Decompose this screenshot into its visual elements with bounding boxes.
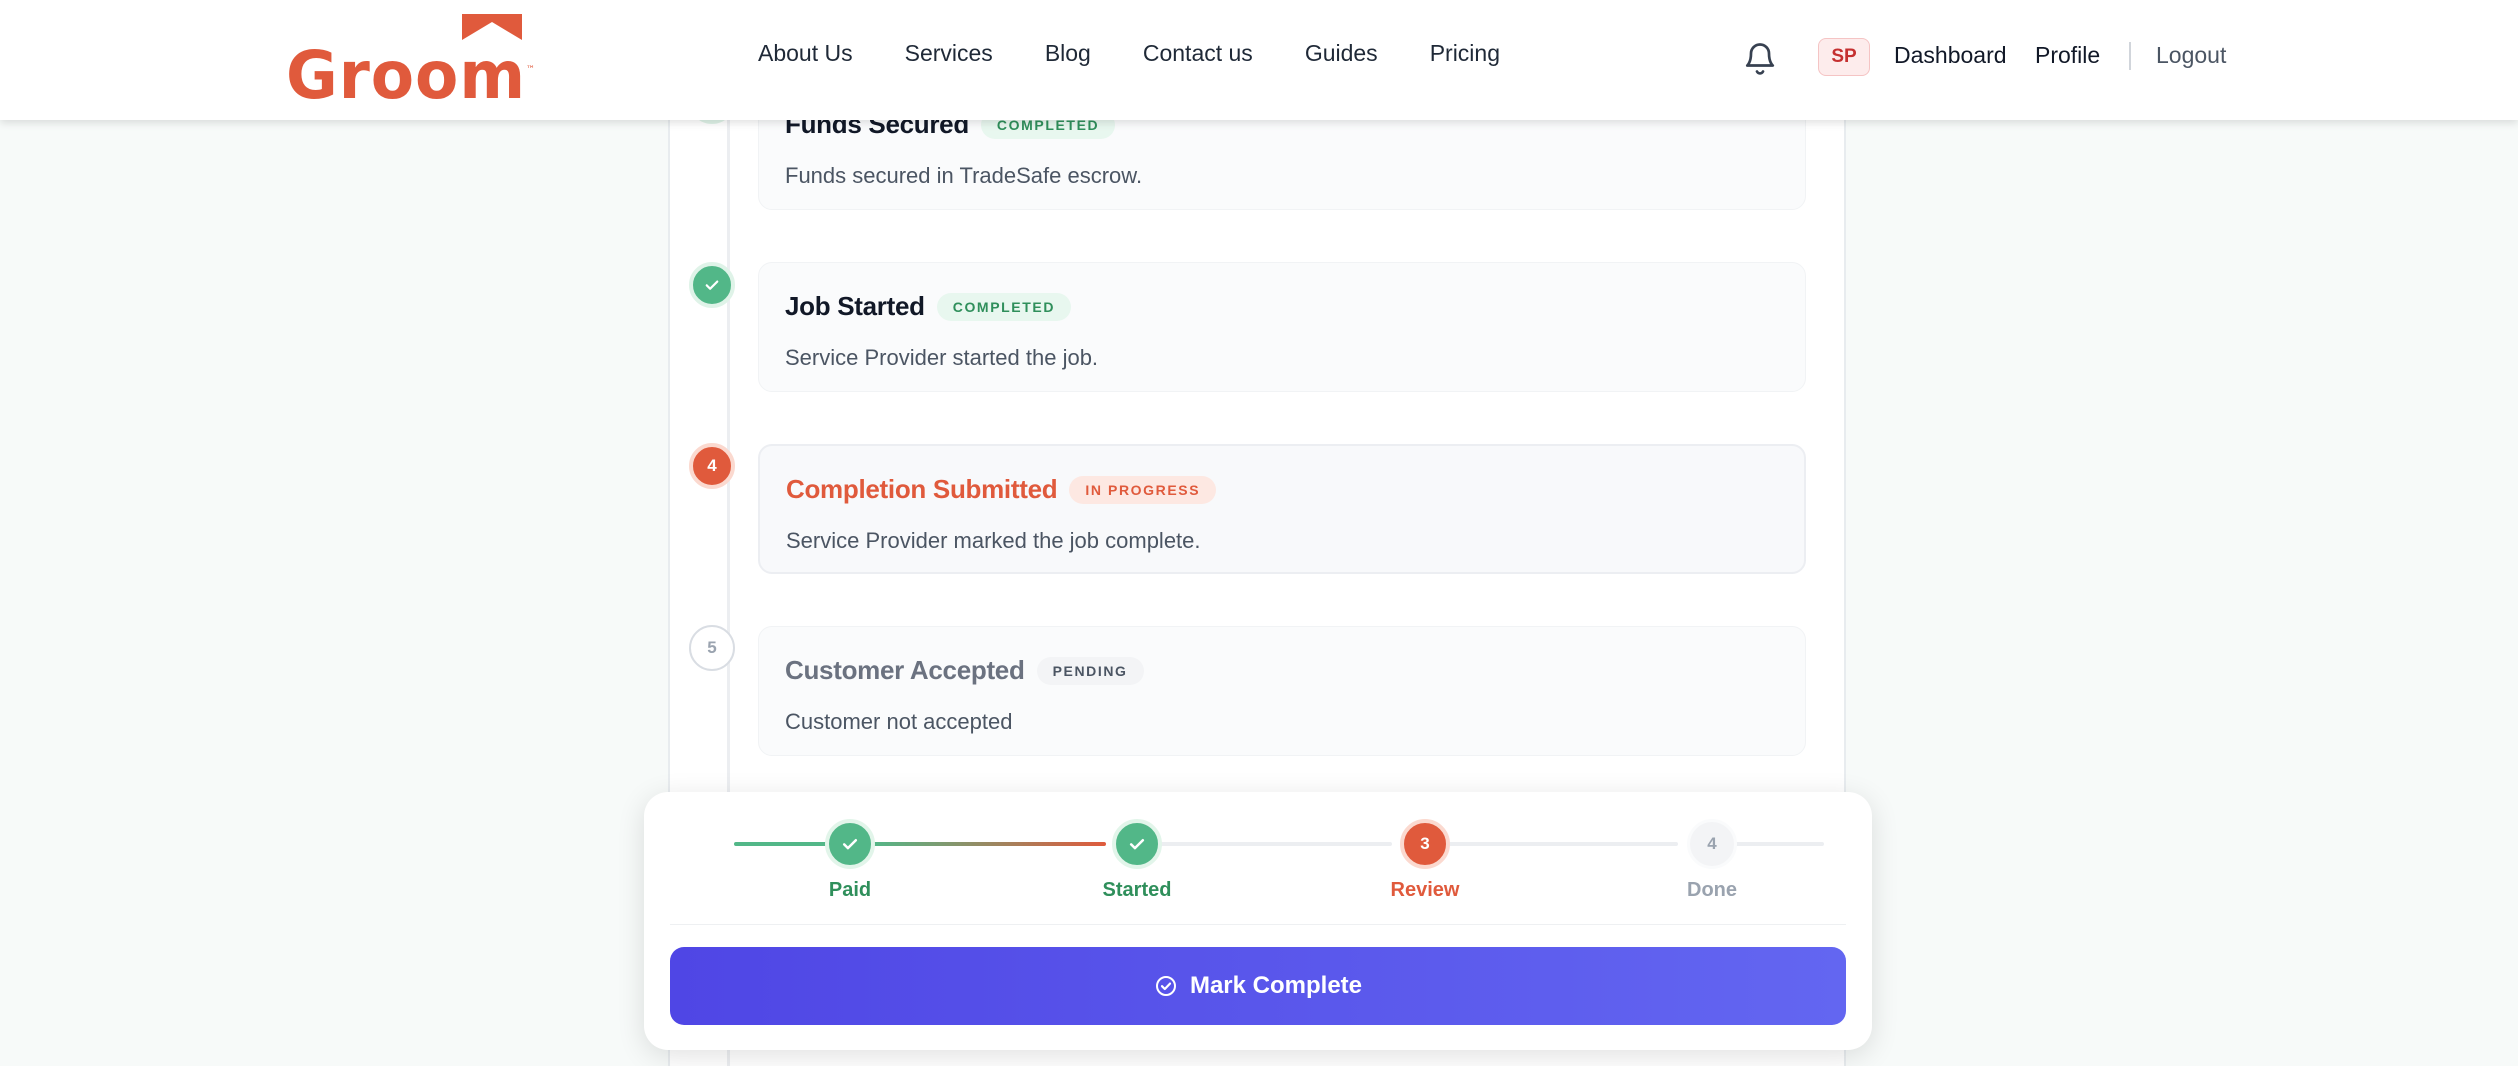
step-card-completion-submitted: Completion Submitted IN PROGRESS Service… — [758, 444, 1806, 574]
top-navbar: Groom ™ About Us Services Blog Contact u… — [0, 0, 2518, 120]
progress-dot-review: 3 — [1400, 819, 1450, 869]
nav-services[interactable]: Services — [905, 40, 993, 67]
progress-label-done: Done — [1687, 879, 1737, 901]
dashboard-link[interactable]: Dashboard — [1894, 42, 2007, 69]
notifications-button[interactable] — [1742, 38, 1778, 78]
step-title-row: Customer Accepted PENDING — [785, 655, 1144, 686]
step-number: 4 — [707, 456, 717, 475]
step-number: 5 — [707, 638, 717, 657]
step-card-job-started: Job Started COMPLETED Service Provider s… — [758, 262, 1806, 392]
progress-number: 3 — [1420, 834, 1430, 853]
step-description: Customer not accepted — [785, 709, 1013, 734]
nav-about-us[interactable]: About Us — [758, 40, 853, 67]
progress-stepper-panel: Paid Started 3 Review 4 Done Mark Comple… — [644, 792, 1872, 1050]
mark-complete-label: Mark Complete — [1189, 972, 1363, 999]
nav-contact-us[interactable]: Contact us — [1143, 40, 1253, 67]
step-marker-job-started — [689, 262, 735, 308]
logo-mark: Groom ™ — [286, 14, 535, 114]
status-badge: IN PROGRESS — [1069, 475, 1217, 504]
step-title: Customer Accepted — [785, 655, 1025, 685]
step-title-row: Job Started COMPLETED — [785, 291, 1072, 322]
status-badge: PENDING — [1036, 656, 1144, 685]
check-circle-icon — [1155, 976, 1176, 996]
progress-label-paid: Paid — [828, 879, 872, 901]
user-avatar[interactable]: SP — [1818, 38, 1870, 76]
step-title-row: Completion Submitted IN PROGRESS — [786, 474, 1217, 505]
step-title: Job Started — [785, 291, 925, 321]
progress-segment-2 — [870, 842, 1106, 846]
header-divider — [2129, 42, 2131, 70]
progress-dot-started — [1112, 819, 1162, 869]
progress-dot-paid — [825, 819, 875, 869]
check-icon — [705, 280, 719, 290]
step-description: Funds secured in TradeSafe escrow. — [785, 163, 1143, 188]
profile-link[interactable]: Profile — [2035, 42, 2100, 69]
nav-blog[interactable]: Blog — [1045, 40, 1091, 67]
step-card-customer-accepted: Customer Accepted PENDING Customer not a… — [758, 626, 1806, 756]
check-icon — [1129, 839, 1145, 850]
check-icon — [842, 839, 858, 850]
panel-divider — [670, 924, 1846, 925]
step-description: Service Provider marked the job complete… — [786, 528, 1201, 553]
progress-segment-3 — [1146, 842, 1392, 846]
mark-complete-button[interactable]: Mark Complete — [670, 947, 1846, 1025]
step-marker-completion-submitted: 4 — [689, 443, 735, 489]
progress-number: 4 — [1707, 834, 1717, 853]
main-nav: About Us Services Blog Contact us Guides… — [758, 40, 1500, 67]
progress-segment-1 — [734, 842, 830, 846]
step-description: Service Provider started the job. — [785, 345, 1099, 370]
groom-logo[interactable]: Groom ™ — [286, 12, 538, 114]
progress-label-review: Review — [1390, 879, 1460, 901]
svg-text:™: ™ — [526, 65, 535, 75]
progress-dot-done: 4 — [1687, 819, 1737, 869]
nav-guides[interactable]: Guides — [1305, 40, 1378, 67]
bell-icon — [1745, 43, 1775, 75]
progress-segment-4 — [1432, 842, 1678, 846]
logout-link[interactable]: Logout — [2156, 42, 2226, 69]
step-marker-customer-accepted: 5 — [689, 625, 735, 671]
nav-pricing[interactable]: Pricing — [1430, 40, 1500, 67]
step-title: Completion Submitted — [786, 474, 1058, 504]
svg-text:Groom: Groom — [286, 37, 526, 102]
progress-label-started: Started — [1102, 879, 1172, 901]
status-badge: COMPLETED — [936, 292, 1072, 321]
